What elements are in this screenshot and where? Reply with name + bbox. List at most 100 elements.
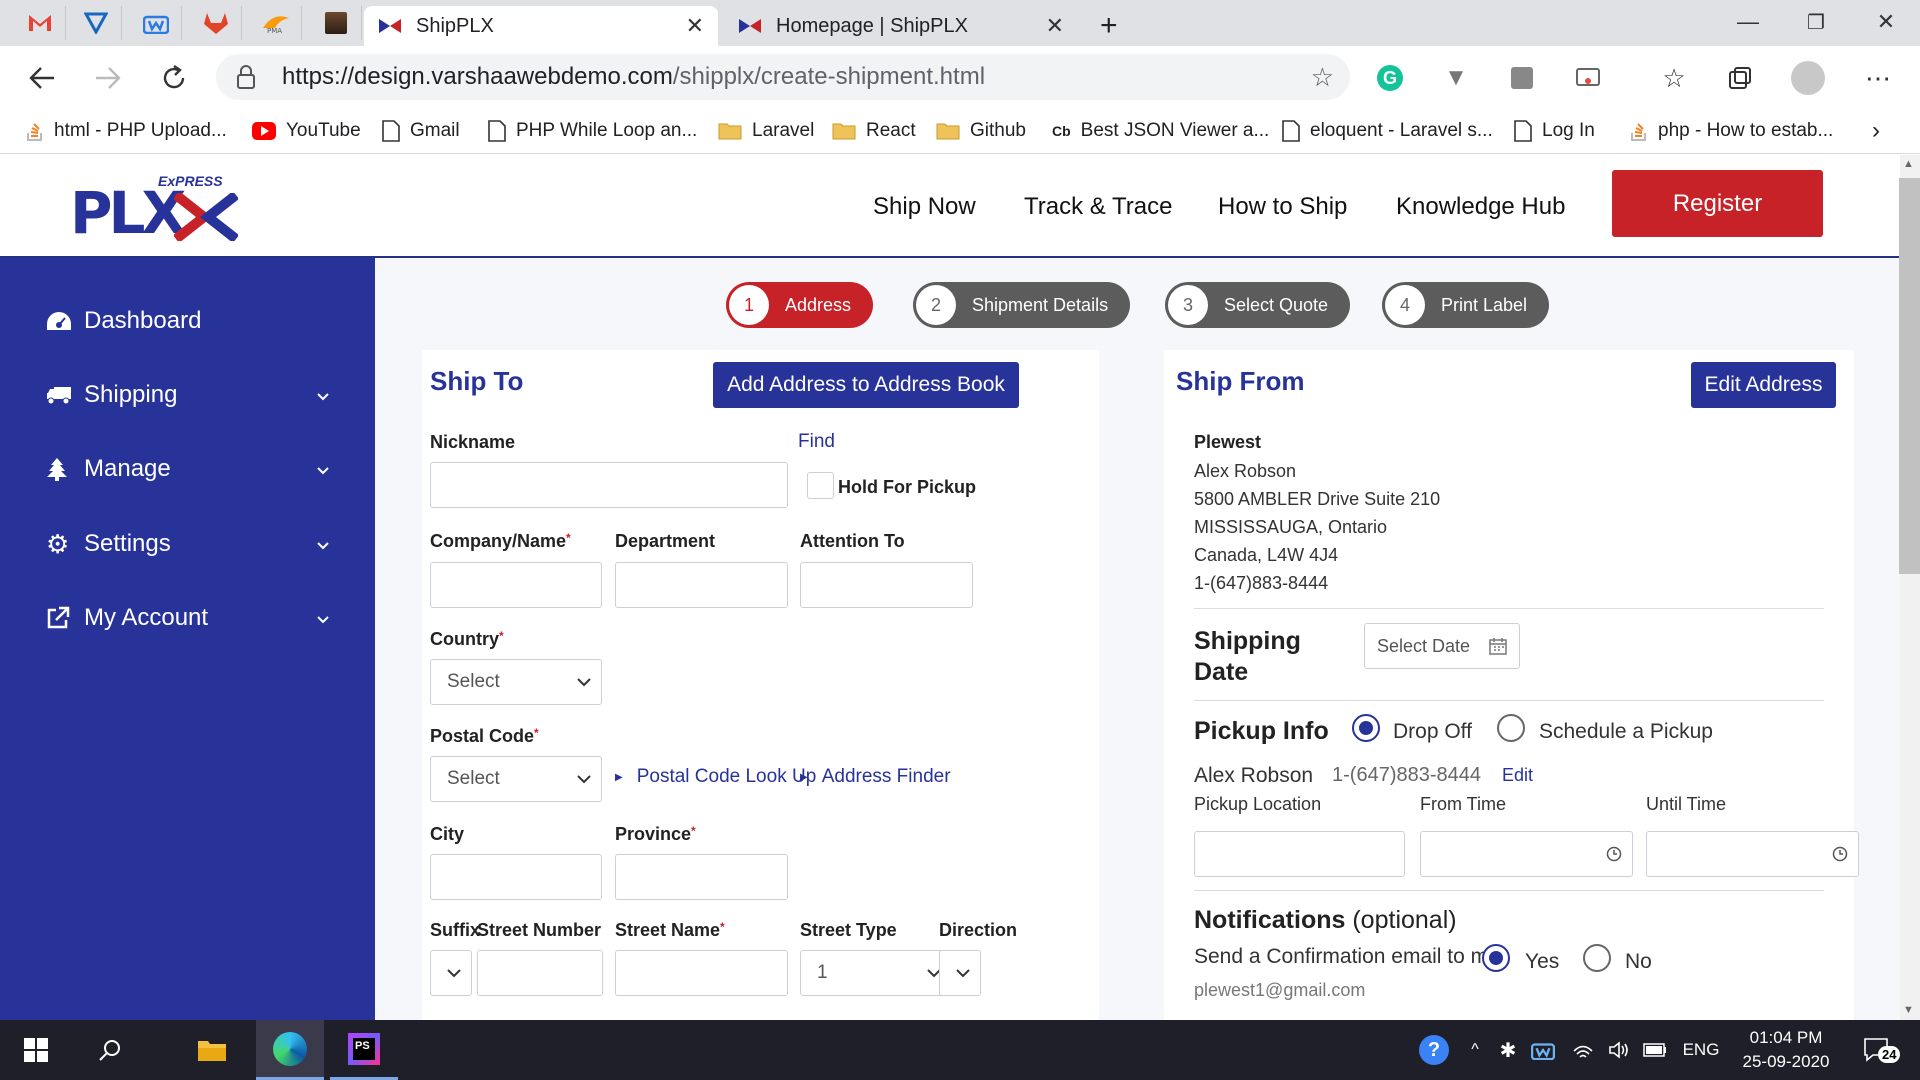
scroll-down-icon[interactable]: ▼ [1903,1004,1914,1016]
tray-expand-icon[interactable]: ^ [1462,1020,1488,1080]
gmail-tab-icon[interactable] [14,6,66,40]
tab-shipplx[interactable]: ShipPLX ✕ [364,6,718,46]
step-shipment-details[interactable]: 2 Shipment Details [913,282,1131,328]
plx-logo[interactable]: ExPRESS PLX [70,173,240,247]
from-time-input[interactable] [1420,831,1633,877]
nav-ship-now[interactable]: Ship Now [873,193,976,221]
sidebar-item-manage[interactable]: Manage [46,449,329,489]
sidebar-item-my-account[interactable]: My Account [46,598,329,638]
nav-track-trace[interactable]: Track & Trace [1024,193,1172,221]
bookmark-item[interactable]: PHP While Loop an... [488,116,697,146]
battery-icon[interactable] [1640,1020,1670,1080]
close-window-icon[interactable]: ✕ [1851,0,1920,44]
help-icon[interactable]: ? [1414,1020,1454,1080]
minimize-icon[interactable]: — [1713,0,1783,44]
sidebar-item-settings[interactable]: ⚙ Settings [46,524,329,564]
search-icon[interactable] [88,1020,132,1080]
bookmark-item[interactable]: Cb Best JSON Viewer a... [1052,116,1269,146]
schedule-pickup-radio[interactable] [1497,714,1525,742]
profile-avatar[interactable] [1788,58,1828,98]
edit-address-button[interactable]: Edit Address [1691,362,1836,408]
until-time-input[interactable] [1646,831,1859,877]
bookmark-item[interactable]: React [832,116,916,146]
bookmark-item[interactable]: Log In [1514,116,1595,146]
province-input[interactable] [615,854,788,900]
add-address-book-button[interactable]: Add Address to Address Book [713,362,1019,408]
bookmark-item[interactable]: eloquent - Laravel s... [1282,116,1493,146]
find-link[interactable]: Find [798,431,835,453]
address-finder-link[interactable]: ▶ Address Finder [800,766,951,788]
sidebar-item-shipping[interactable]: Shipping [46,375,329,415]
close-tab-icon[interactable]: ✕ [1046,13,1064,39]
vuetify-tab-icon[interactable] [70,6,122,40]
phpstorm-taskbar-icon[interactable]: PS [330,1020,398,1080]
nav-how-to-ship[interactable]: How to Ship [1218,193,1347,221]
postal-code-select[interactable]: Select [430,756,602,802]
hold-pickup-checkbox[interactable] [807,472,834,499]
w-app-tray-icon[interactable] [1528,1020,1558,1080]
windows-start-icon[interactable] [14,1020,58,1080]
restore-icon[interactable]: ❐ [1781,0,1851,44]
bookmark-item[interactable]: php - How to estab... [1630,116,1833,146]
phpmyadmin-tab-icon[interactable]: PMA [250,6,302,40]
postal-code-lookup-link[interactable]: ▶ Postal Code Look Up [615,766,816,788]
input-language[interactable]: ENG [1680,1020,1722,1080]
step-select-quote[interactable]: 3 Select Quote [1165,282,1351,328]
direction-select[interactable] [939,950,981,996]
step-print-label[interactable]: 4 Print Label [1382,282,1550,328]
step-address[interactable]: 1 Address [726,282,874,328]
attention-input[interactable] [800,562,973,608]
vuejs-devtools-icon[interactable]: ▼ [1436,58,1476,98]
extension-icon[interactable] [1502,58,1542,98]
register-button[interactable]: Register [1612,170,1823,237]
back-icon[interactable] [22,58,62,98]
slack-tray-icon[interactable]: ✱ [1494,1020,1522,1080]
nav-knowledge-hub[interactable]: Knowledge Hub [1396,193,1565,221]
more-menu-icon[interactable]: ⋯ [1858,58,1898,98]
scrollbar-thumb[interactable] [1899,178,1920,574]
street-number-input[interactable] [477,950,603,996]
nickname-input[interactable] [430,462,788,508]
street-name-input[interactable] [615,950,788,996]
scroll-up-icon[interactable]: ▲ [1903,158,1914,170]
pickup-location-input[interactable] [1194,831,1405,877]
favorites-icon[interactable]: ☆ [1654,58,1694,98]
grammarly-icon[interactable]: G [1370,58,1410,98]
drop-off-radio[interactable] [1352,714,1380,742]
volume-icon[interactable] [1604,1020,1634,1080]
confirm-no-radio[interactable] [1583,944,1611,972]
sidebar-item-dashboard[interactable]: Dashboard [46,301,201,341]
forward-icon[interactable] [88,58,128,98]
edge-taskbar-icon[interactable] [256,1020,324,1080]
favorite-star-icon[interactable]: ☆ [1311,62,1334,93]
bookmark-item[interactable]: html - PHP Upload... [26,116,227,146]
gitlab-tab-icon[interactable] [190,6,242,40]
clock[interactable]: 01:04 PM 25-09-2020 [1736,1020,1836,1080]
new-tab-icon[interactable]: + [1086,6,1126,46]
bookmark-item[interactable]: Github [936,116,1026,146]
collections-icon[interactable] [1720,58,1760,98]
bookmark-item[interactable]: Gmail [382,116,460,146]
wifi-icon[interactable] [1568,1020,1598,1080]
reload-icon[interactable] [154,58,194,98]
suffix-select[interactable] [430,950,472,996]
action-center-icon[interactable]: 24 [1852,1020,1902,1080]
shipping-date-input[interactable]: Select Date [1364,623,1520,669]
confirm-yes-radio[interactable] [1482,944,1510,972]
city-input[interactable] [430,854,602,900]
street-type-select[interactable]: 1 [800,950,952,996]
pickup-edit-link[interactable]: Edit [1502,765,1533,786]
photo-tab-icon[interactable] [310,6,362,40]
tab-homepage[interactable]: Homepage | ShipPLX ✕ [724,6,1078,46]
company-input[interactable] [430,562,602,608]
file-explorer-icon[interactable] [190,1020,234,1080]
close-tab-icon[interactable]: ✕ [686,13,704,39]
bookmarks-overflow-icon[interactable]: › [1872,116,1880,146]
bookmark-item[interactable]: Laravel [718,116,814,146]
department-input[interactable] [615,562,788,608]
w-app-tab-icon[interactable] [130,6,182,40]
country-select[interactable]: Select [430,659,602,705]
url-field[interactable]: https://design.varshaawebdemo.com/shippl… [216,54,1350,100]
cast-icon[interactable] [1568,58,1608,98]
bookmark-item[interactable]: YouTube [252,116,361,146]
